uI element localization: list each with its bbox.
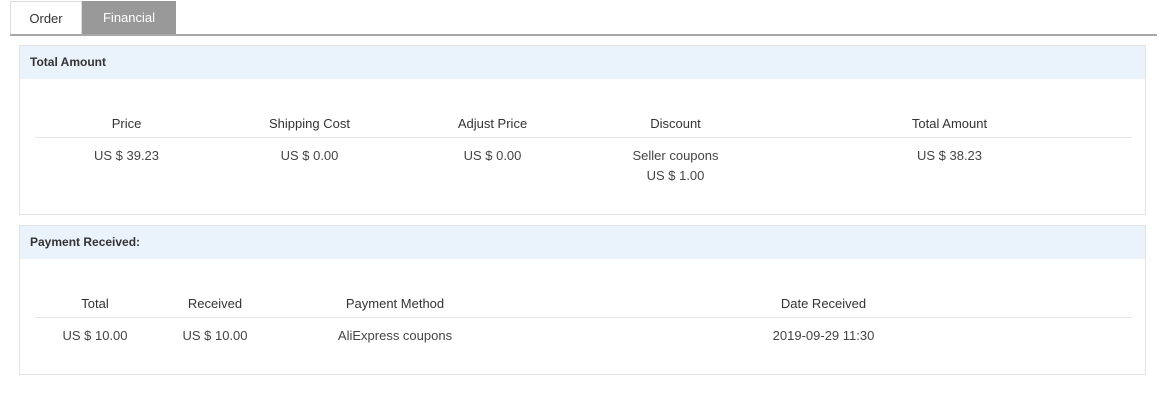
column-header-payment-method: Payment Method [275, 289, 515, 318]
payment-received-panel-title: Payment Received: [20, 226, 1145, 259]
tab-bar: Order Financial [10, 1, 176, 35]
table-row: US $ 39.23 US $ 0.00 US $ 0.00 Seller co… [35, 138, 1132, 188]
tab-order[interactable]: Order [10, 1, 82, 35]
payment-received-panel: Payment Received: Total Received Payment… [19, 225, 1146, 375]
total-value: US $ 10.00 [62, 328, 128, 343]
total-amount-panel: Total Amount Price Shipping Cost Adjust … [19, 45, 1146, 215]
column-header-adjust-price: Adjust Price [401, 109, 584, 138]
table-header-row: Total Received Payment Method Date Recei… [35, 289, 1132, 318]
column-header-shipping-cost: Shipping Cost [218, 109, 401, 138]
discount-value: US $ 1.00 [646, 168, 705, 183]
column-header-total: Total [35, 289, 155, 318]
total-amount-table: Price Shipping Cost Adjust Price Discoun… [35, 109, 1132, 187]
price-value: US $ 39.23 [93, 148, 160, 163]
column-header-total-amount: Total Amount [767, 109, 1132, 138]
date-received-cell: 2019-09-29 11:30 [515, 318, 1132, 346]
discount-type: Seller coupons [632, 148, 719, 163]
total-cell: US $ 10.00 [35, 318, 155, 346]
received-cell: US $ 10.00 [155, 318, 275, 346]
date-received-value: 2019-09-29 11:30 [772, 328, 875, 343]
tab-bar-divider [10, 34, 1157, 36]
tab-financial[interactable]: Financial [82, 1, 176, 35]
received-value: US $ 10.00 [182, 328, 248, 343]
total-amount-value: US $ 38.23 [916, 148, 983, 163]
total-amount-panel-title: Total Amount [20, 46, 1145, 79]
payment-method-cell: AliExpress coupons [275, 318, 515, 346]
payment-received-table: Total Received Payment Method Date Recei… [35, 289, 1132, 345]
adjust-price-value: US $ 0.00 [463, 148, 522, 163]
column-header-date-received: Date Received [515, 289, 1132, 318]
total-amount-cell: US $ 38.23 [767, 138, 1132, 188]
table-header-row: Price Shipping Cost Adjust Price Discoun… [35, 109, 1132, 138]
discount-cell: Seller coupons US $ 1.00 [584, 138, 767, 188]
shipping-cost-value: US $ 0.00 [280, 148, 339, 163]
table-row: US $ 10.00 US $ 10.00 AliExpress coupons… [35, 318, 1132, 346]
payment-method-value: AliExpress coupons [337, 328, 453, 343]
column-header-price: Price [35, 109, 218, 138]
column-header-received: Received [155, 289, 275, 318]
price-cell: US $ 39.23 [35, 138, 218, 188]
shipping-cost-cell: US $ 0.00 [218, 138, 401, 188]
adjust-price-cell: US $ 0.00 [401, 138, 584, 188]
column-header-discount: Discount [584, 109, 767, 138]
